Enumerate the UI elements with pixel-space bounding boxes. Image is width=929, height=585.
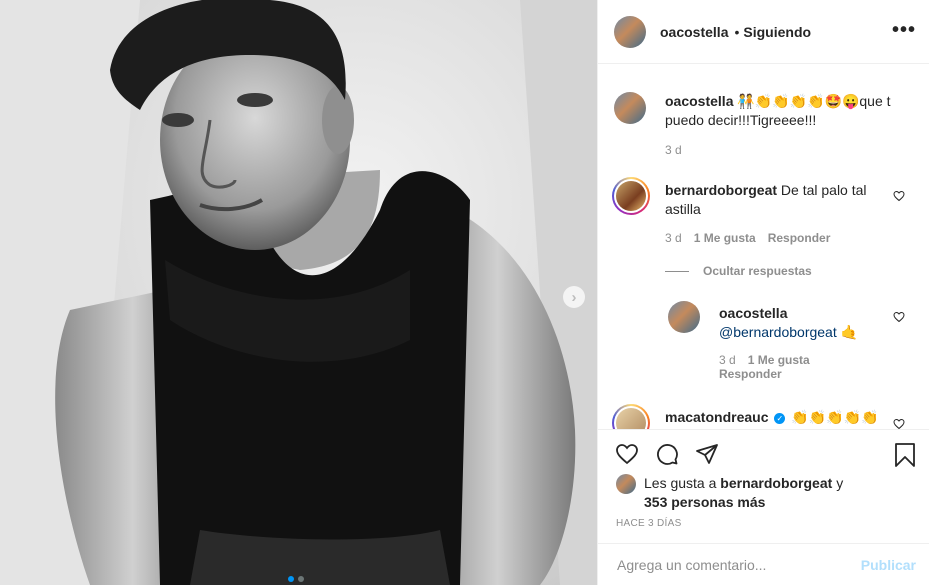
reply-username[interactable]: oacostella (719, 304, 899, 323)
commenter-avatar-story-ring-2[interactable] (612, 404, 650, 429)
following-button[interactable]: Siguiendo (743, 24, 811, 40)
commenter-avatar (616, 181, 646, 211)
caption-comment: oacostella 🧑‍🤝‍🧑👏👏👏👏🤩😛que t puedo decir!… (665, 92, 905, 130)
carousel-dot (298, 576, 304, 582)
save-bookmark-icon[interactable] (894, 442, 916, 468)
likes-suffix: y (836, 475, 844, 491)
share-send-icon[interactable] (694, 442, 720, 466)
author-username[interactable]: oacostella (660, 24, 728, 40)
reply-likes-count[interactable]: 1 Me gusta (748, 353, 810, 367)
comment-reply-button[interactable]: Responder (768, 231, 831, 245)
comment-username[interactable]: bernardoborgeat (665, 182, 777, 198)
author-avatar[interactable] (614, 15, 646, 48)
commenter-avatar-story-ring[interactable] (612, 177, 650, 215)
comment-username-2[interactable]: macatondreauc (665, 409, 768, 425)
photo-portrait (0, 0, 597, 585)
post-header: oacostella • Siguiendo ••• (598, 0, 929, 64)
verified-badge-icon: ✓ (774, 413, 786, 424)
post-action-bar (598, 429, 929, 469)
post-side-panel: oacostella • Siguiendo ••• oacostella 🧑‍… (597, 0, 929, 585)
comment-like-heart-icon-2[interactable] (893, 418, 905, 429)
reply-meta: 3 d 1 Me gusta (719, 353, 810, 367)
comment-likes-count[interactable]: 1 Me gusta (694, 231, 756, 245)
commenter-avatar-2 (616, 408, 646, 429)
comment-input[interactable] (615, 555, 849, 574)
reply-emoji: 🤙 (840, 324, 859, 340)
caption-time[interactable]: 3 d (665, 143, 682, 157)
comment-item: bernardoborgeat De tal palo tal astilla (665, 181, 883, 219)
caption-avatar[interactable] (614, 92, 646, 124)
carousel-dots (288, 576, 304, 582)
post-photo[interactable]: › (0, 0, 597, 585)
carousel-dot-active (288, 576, 294, 582)
liker-avatar[interactable] (616, 474, 636, 494)
comment-meta: 3 d 1 Me gusta Responder (665, 231, 830, 245)
comment-item-2: macatondreauc ✓ 👏👏👏👏👏 (665, 408, 890, 427)
reply-time[interactable]: 3 d (719, 353, 736, 367)
carousel-next-button[interactable]: › (563, 286, 585, 308)
replies-divider-line (665, 270, 689, 272)
more-options-icon[interactable]: ••• (892, 20, 916, 40)
comments-list[interactable]: oacostella 🧑‍🤝‍🧑👏👏👏👏🤩😛que t puedo decir!… (598, 64, 929, 429)
comment-like-heart-icon[interactable] (893, 190, 905, 202)
publish-button[interactable]: Publicar (861, 557, 916, 573)
comment-time[interactable]: 3 d (665, 231, 682, 245)
like-heart-icon[interactable] (614, 442, 640, 466)
reply-meta-2: Responder (719, 367, 782, 381)
comment-composer: Publicar (598, 543, 929, 585)
reply-mention-link[interactable]: @bernardoborgeat (719, 324, 837, 340)
hide-replies-button[interactable]: Ocultar respuestas (665, 264, 812, 278)
header-separator: • (734, 23, 740, 40)
caption-meta: 3 d (665, 143, 682, 157)
hide-replies-label: Ocultar respuestas (703, 264, 812, 278)
reply-like-heart-icon[interactable] (893, 311, 905, 323)
liker-username[interactable]: bernardoborgeat (720, 475, 832, 491)
caption-username[interactable]: oacostella (665, 93, 733, 109)
likes-text: Les gusta a bernardoborgeat y 353 person… (644, 474, 843, 512)
likes-prefix: Les gusta a (644, 475, 717, 491)
reply-avatar[interactable] (668, 301, 700, 333)
reply-item: oacostella @bernardoborgeat 🤙 (719, 304, 899, 342)
post-timestamp[interactable]: HACE 3 DÍAS (616, 518, 682, 529)
comment-text-2: 👏👏👏👏👏 (791, 409, 879, 425)
comment-bubble-icon[interactable] (654, 442, 680, 466)
likes-others-link[interactable]: 353 personas más (644, 494, 765, 510)
likes-summary: Les gusta a bernardoborgeat y 353 person… (616, 474, 843, 512)
reply-reply-button[interactable]: Responder (719, 367, 782, 381)
